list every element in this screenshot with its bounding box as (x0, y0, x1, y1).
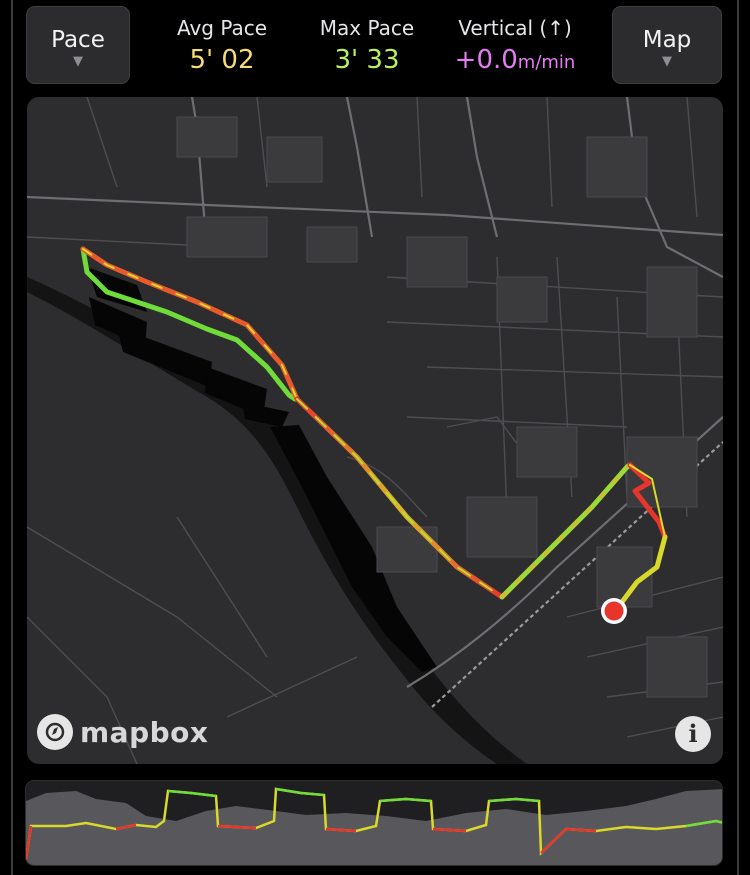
mapbox-logo-icon (37, 714, 73, 750)
view-selector-label: Map (642, 27, 692, 53)
max-pace-stat: Max Pace 3' 33 (312, 16, 422, 75)
pace-profile-chart[interactable] (25, 780, 723, 866)
lakes (87, 267, 437, 672)
vertical-value-line: +0.0m/min (450, 45, 580, 75)
route-map[interactable]: mapbox i (27, 97, 723, 764)
right-frame-edge (737, 0, 739, 875)
metric-selector-button[interactable]: Pace ▼ (26, 6, 130, 84)
vertical-stat: Vertical (↑) +0.0m/min (450, 16, 580, 75)
river (27, 277, 527, 764)
mapbox-wordmark: mapbox (80, 715, 209, 749)
map-canvas (27, 97, 723, 764)
avg-pace-stat: Avg Pace 5' 02 (170, 16, 274, 75)
chevron-down-icon: ▼ (662, 54, 672, 69)
route-end-marker (601, 598, 627, 624)
vertical-unit: m/min (517, 52, 576, 73)
max-pace-title: Max Pace (319, 16, 415, 40)
left-frame-edge (11, 0, 13, 875)
avg-pace-title: Avg Pace (176, 16, 268, 40)
chevron-down-icon: ▼ (73, 54, 83, 69)
info-icon[interactable]: i (675, 716, 711, 752)
vertical-value: +0.0 (454, 45, 518, 75)
metric-selector-label: Pace (51, 27, 105, 53)
max-pace-value: 3' 33 (334, 45, 400, 75)
profile-canvas (26, 787, 722, 865)
avg-pace-value: 5' 02 (189, 45, 255, 75)
view-selector-button[interactable]: Map ▼ (612, 6, 722, 84)
vertical-title: Vertical (↑) (458, 16, 572, 40)
mapbox-attribution[interactable]: mapbox (37, 714, 208, 750)
